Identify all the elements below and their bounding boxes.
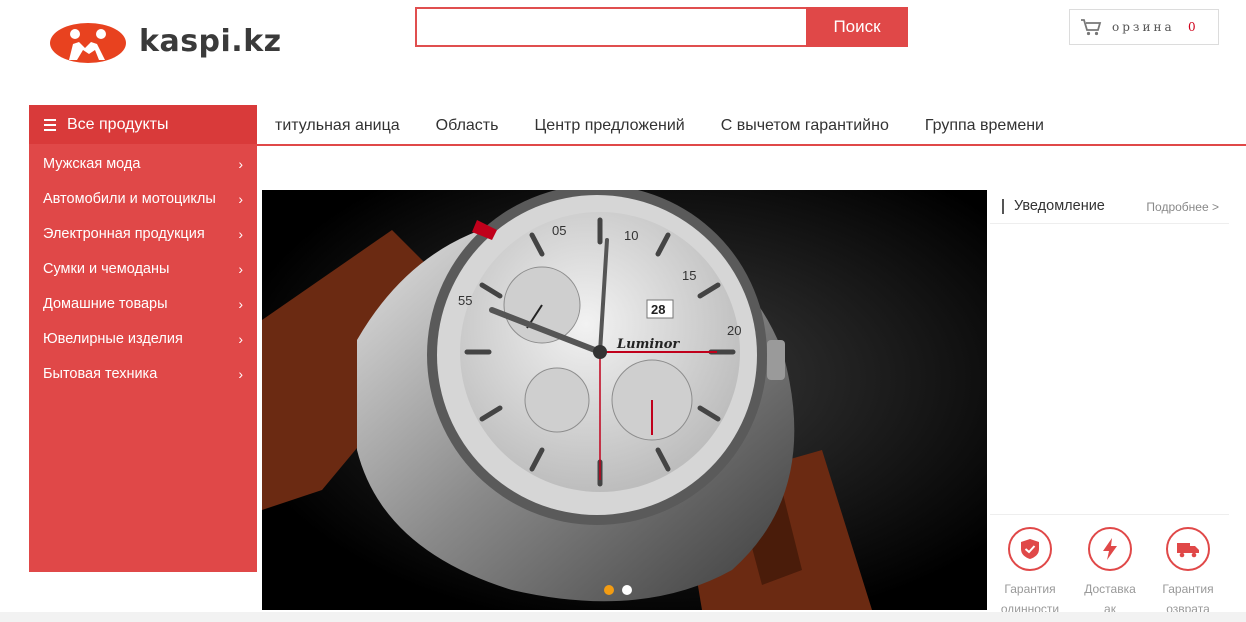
category-item-bags[interactable]: Сумки и чемоданы › bbox=[29, 251, 257, 286]
kaspi-logo-icon bbox=[50, 23, 126, 63]
chevron-right-icon: › bbox=[238, 191, 243, 207]
service-return[interactable]: Гарантия озврата bbox=[1148, 527, 1228, 619]
search-input[interactable] bbox=[415, 7, 822, 47]
category-label: Автомобили и мотоциклы bbox=[43, 191, 216, 207]
category-label: Бытовая техника bbox=[43, 366, 158, 382]
lightning-icon bbox=[1088, 527, 1132, 571]
nav-link-warranty[interactable]: С вычетом гарантийно bbox=[703, 105, 907, 145]
notice-panel: Уведомление Подробнее > bbox=[990, 190, 1229, 515]
nav-link-offers[interactable]: Центр предложений bbox=[516, 105, 702, 145]
search-bar: Поиск bbox=[415, 7, 909, 47]
all-products-label: Все продукты bbox=[67, 116, 169, 133]
category-item-auto-moto[interactable]: Автомобили и мотоциклы › bbox=[29, 181, 257, 216]
category-item-home-goods[interactable]: Домашние товары › bbox=[29, 286, 257, 321]
service-delivery[interactable]: Доставка ак bbox=[1070, 527, 1150, 619]
category-label: Мужская мода bbox=[43, 156, 141, 172]
category-sidebar: Мужская мода › Автомобили и мотоциклы › … bbox=[29, 146, 257, 572]
chevron-right-icon: › bbox=[238, 226, 243, 242]
chevron-right-icon: › bbox=[238, 156, 243, 172]
brand-text: Luminor bbox=[616, 337, 680, 352]
dial-number: 55 bbox=[458, 293, 472, 308]
category-item-jewelry[interactable]: Ювелирные изделия › bbox=[29, 321, 257, 356]
slider-dot-1[interactable] bbox=[604, 585, 614, 595]
cart-count: 0 bbox=[1188, 20, 1196, 34]
notice-title: Уведомление bbox=[1014, 198, 1105, 214]
menu-icon bbox=[44, 119, 56, 131]
date-window-text: 28 bbox=[651, 302, 665, 317]
chevron-right-icon: › bbox=[238, 366, 243, 382]
category-item-electronics[interactable]: Электронная продукция › bbox=[29, 216, 257, 251]
dial-number: 10 bbox=[624, 228, 638, 243]
category-item-mens-fashion[interactable]: Мужская мода › bbox=[29, 146, 257, 181]
chevron-right-icon: › bbox=[238, 331, 243, 347]
search-button[interactable]: Поиск bbox=[806, 7, 908, 47]
logo[interactable]: kaspi.kz bbox=[49, 20, 319, 68]
nav-link-time-group[interactable]: Группа времени bbox=[907, 105, 1062, 145]
logo-text: kaspi.kz bbox=[139, 24, 282, 59]
dial-number: 20 bbox=[727, 323, 741, 338]
dial-number: 15 bbox=[682, 268, 696, 283]
slider-dot-2[interactable] bbox=[622, 585, 632, 595]
service-badges: Гарантия одинности Доставка ак Гарантия озв… bbox=[990, 515, 1229, 622]
slider-dots bbox=[604, 585, 632, 595]
watch-image: 05 10 15 20 55 Luminor 28 bbox=[262, 190, 987, 610]
nav-link-home[interactable]: титульная аница bbox=[257, 105, 418, 145]
category-label: Ювелирные изделия bbox=[43, 331, 183, 347]
nav-link-region[interactable]: Область bbox=[418, 105, 517, 145]
category-label: Домашние товары bbox=[43, 296, 168, 312]
chevron-right-icon: › bbox=[238, 296, 243, 312]
dial-number: 05 bbox=[552, 223, 566, 238]
category-label: Сумки и чемоданы bbox=[43, 261, 170, 277]
notice-header: Уведомление Подробнее > bbox=[990, 190, 1229, 224]
truck-icon bbox=[1166, 527, 1210, 571]
page-bottom-strip bbox=[0, 612, 1246, 622]
notice-title-bar bbox=[1002, 199, 1004, 214]
cart-button[interactable]: орзина 0 bbox=[1069, 9, 1219, 45]
service-guarantee[interactable]: Гарантия одинности bbox=[990, 527, 1070, 619]
cart-label: орзина bbox=[1112, 20, 1175, 34]
cart-icon bbox=[1081, 19, 1102, 36]
notice-more-link[interactable]: Подробнее > bbox=[1146, 200, 1219, 214]
chevron-right-icon: › bbox=[238, 261, 243, 277]
category-label: Электронная продукция bbox=[43, 226, 205, 242]
shield-check-icon bbox=[1008, 527, 1052, 571]
main-nav: титульная аница Область Центр предложени… bbox=[257, 105, 1062, 145]
all-products-button[interactable]: Все продукты bbox=[29, 105, 257, 145]
category-item-appliances[interactable]: Бытовая техника › bbox=[29, 356, 257, 391]
hero-banner[interactable]: 05 10 15 20 55 Luminor 28 bbox=[262, 190, 987, 610]
page-edge bbox=[1229, 146, 1246, 622]
